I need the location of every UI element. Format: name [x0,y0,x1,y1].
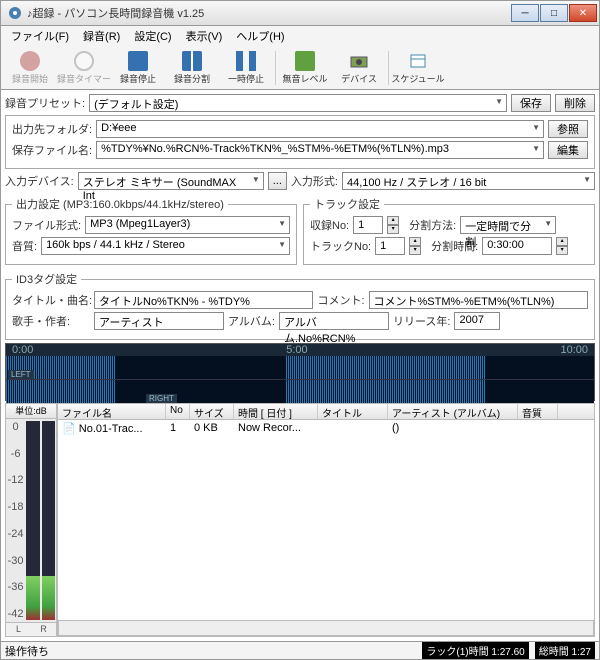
app-icon [7,5,23,21]
input-device-select[interactable]: ステレオ ミキサー (SoundMAX Int [78,172,264,190]
menu-help[interactable]: ヘルプ(H) [230,26,290,46]
minimize-button[interactable]: ─ [511,4,539,22]
input-format-label: 入力形式: [291,173,338,189]
rec-stop-button[interactable]: 録音停止 [113,48,163,88]
output-file-label: 保存ファイル名: [12,142,92,158]
close-button[interactable]: ✕ [569,4,597,22]
status-total-time: 総時間 1:27 [535,642,595,659]
status-track-time: ラック(1)時間 1:27.60 [422,642,528,659]
timer-icon [74,51,94,71]
schedule-icon [408,51,428,71]
schedule-button[interactable]: スケジュール [393,48,443,88]
output-folder-select[interactable]: D:¥eee [96,120,544,138]
pause-icon [236,51,256,71]
id3-title-input[interactable]: タイトルNo%TKN% - %TDY% [94,291,313,309]
menu-bar: ファイル(F) 録音(R) 設定(C) 表示(V) ヘルプ(H) [0,26,600,46]
meter-left-bar [26,421,39,620]
id3-singer-input[interactable]: アーティスト [94,312,224,330]
input-device-more-button[interactable]: ... [268,172,287,190]
id3-album-input[interactable]: アルバム.No%RCN% [279,312,389,330]
menu-view[interactable]: 表示(V) [180,26,229,46]
output-settings-group: 出力設定 (MP3:160.0kbps/44.1kHz/stereo) ファイル… [5,196,297,265]
filetype-select[interactable]: MP3 (Mpeg1Layer3) [85,216,290,234]
maximize-button[interactable]: □ [540,4,568,22]
output-folder-label: 出力先フォルダ: [12,121,92,137]
silence-button[interactable]: 無音レベル [280,48,330,88]
split-icon [182,51,202,71]
output-group: 出力先フォルダ: D:¥eee 参照 保存ファイル名: %TDY%¥No.%RC… [5,115,595,169]
waveform-right: RIGHT [6,380,594,403]
title-bar: ♪超録 - パソコン長時間録音機 v1.25 ─ □ ✕ [0,0,600,26]
menu-file[interactable]: ファイル(F) [5,26,75,46]
rec-split-button[interactable]: 録音分割 [167,48,217,88]
browse-button[interactable]: 参照 [548,120,588,138]
window-title: ♪超録 - パソコン長時間録音機 v1.25 [27,5,511,21]
track-settings-group: トラック設定 収録No: 1 ▴▾ 分割方法: 一定時間で分割 トラックNo: … [303,196,595,265]
waveform-left: LEFT [6,356,594,379]
table-row[interactable]: 📄 No.01-Trac...10 KBNow Recor...() [58,420,594,436]
recno-spinner[interactable]: 1 [353,216,383,234]
input-format-select[interactable]: 44,100 Hz / ステレオ / 16 bit [342,172,595,190]
menu-settings[interactable]: 設定(C) [128,26,177,46]
output-file-select[interactable]: %TDY%¥No.%RCN%-Track%TKN%_%STM%-%ETM%(%T… [96,141,544,159]
device-button[interactable]: デバイス [334,48,384,88]
device-icon [349,51,369,71]
preset-select[interactable]: (デフォルト設定) [89,94,507,112]
waveform-display[interactable]: 0:005:0010:00 LEFT RIGHT [5,343,595,401]
edit-button[interactable]: 編集 [548,141,588,159]
preset-label: 録音プリセット: [5,95,85,111]
rec-start-button[interactable]: 録音開始 [5,48,55,88]
stop-icon [128,51,148,71]
meter-right-bar [42,421,55,620]
id3-comment-input[interactable]: コメント%STM%-%ETM%(%TLN%) [369,291,588,309]
toolbar: 録音開始 録音タイマー 録音停止 録音分割 一時停止 無音レベル デバイス スケ… [0,46,600,90]
level-meter: 0-6-12-18-24-30-36-42 [5,419,57,623]
record-icon [20,51,40,71]
split-method-select[interactable]: 一定時間で分割 [460,216,556,234]
silence-icon [295,51,315,71]
preset-save-button[interactable]: 保存 [511,94,551,112]
meter-unit: 単位:dB [5,403,57,419]
pause-button[interactable]: 一時停止 [221,48,271,88]
horizontal-scrollbar[interactable] [58,620,594,636]
id3-group: ID3タグ設定 タイトル・曲名: タイトルNo%TKN% - %TDY% コメン… [5,271,595,340]
file-list[interactable]: ファイル名 No サイズ 時間 [ 日付 ] タイトル アーティスト (アルバム… [57,403,595,637]
status-text: 操作待ち [5,643,49,659]
id3-year-input[interactable]: 2007 [454,312,500,330]
rec-timer-button[interactable]: 録音タイマー [59,48,109,88]
menu-record[interactable]: 録音(R) [77,26,126,46]
input-device-label: 入力デバイス: [5,173,74,189]
preset-delete-button[interactable]: 削除 [555,94,595,112]
trackno-spinner[interactable]: 1 [375,237,405,255]
status-bar: 操作待ち ラック(1)時間 1:27.60 総時間 1:27 [0,642,600,660]
quality-select[interactable]: 160k bps / 44.1 kHz / Stereo [41,237,290,255]
splittime-input[interactable]: 0:30:00 [482,237,552,255]
